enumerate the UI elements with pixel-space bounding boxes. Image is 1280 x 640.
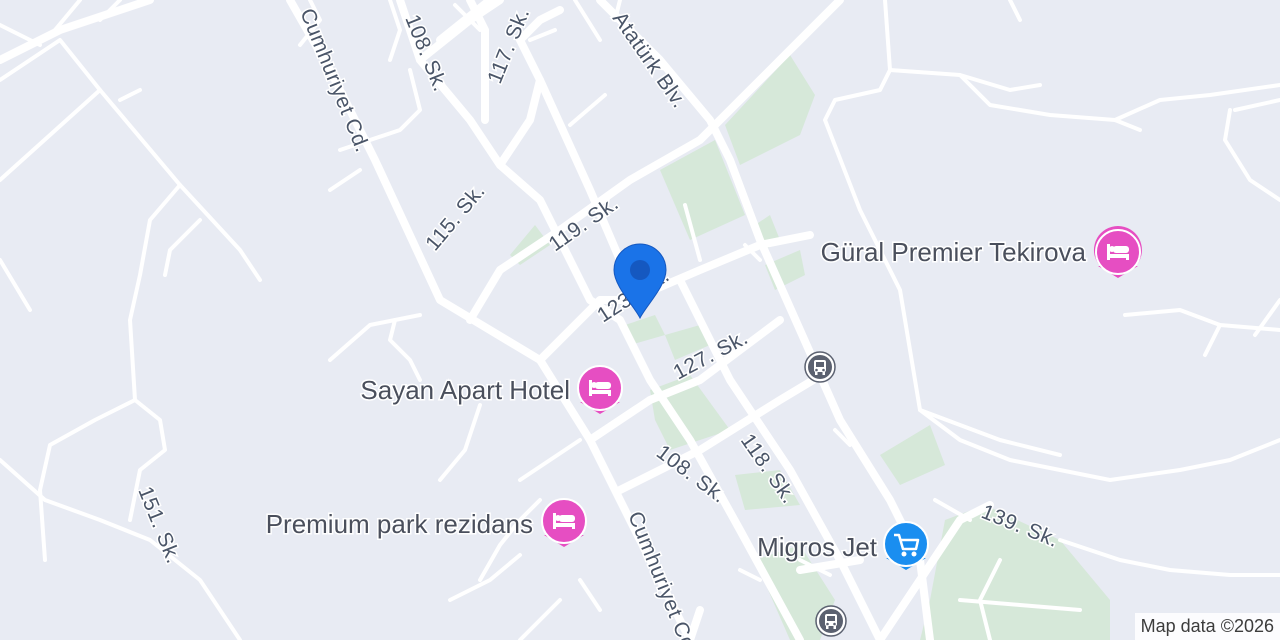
map-attribution[interactable]: Map data ©2026 xyxy=(1134,613,1280,640)
poi-label-gural-premier[interactable]: Güral Premier Tekirova xyxy=(819,236,1088,269)
shopping-cart-icon xyxy=(883,521,929,567)
poi-label-migros-jet[interactable]: Migros Jet xyxy=(756,531,880,564)
bus-stop-marker[interactable] xyxy=(815,605,847,637)
bus-stop-marker[interactable] xyxy=(804,351,836,383)
poi-label-premium-park[interactable]: Premium park rezidans xyxy=(264,508,534,541)
poi-label-sayan-apart[interactable]: Sayan Apart Hotel xyxy=(359,374,572,407)
map-view[interactable]: Cumhuriyet Cd. 108. Sk. 117. Sk. Atatürk… xyxy=(0,0,1280,640)
map-canvas[interactable]: Cumhuriyet Cd. 108. Sk. 117. Sk. Atatürk… xyxy=(0,0,1280,640)
